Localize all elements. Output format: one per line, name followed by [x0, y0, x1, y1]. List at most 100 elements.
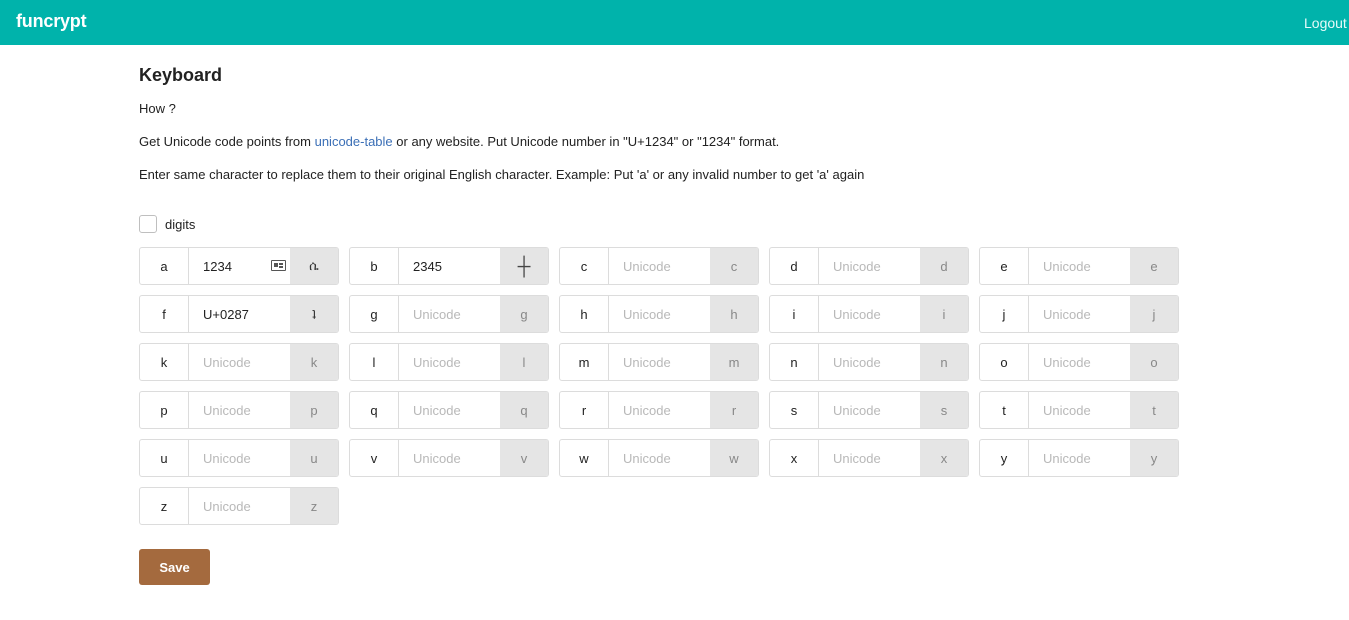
unicode-input-f[interactable]: [189, 296, 290, 332]
key-letter: a: [140, 248, 189, 284]
main-content: Keyboard How ? Get Unicode code points f…: [139, 64, 1189, 525]
unicode-input-wrapper: [189, 248, 290, 284]
key-t: tt: [979, 391, 1179, 429]
key-letter: e: [980, 248, 1029, 284]
unicode-input-s[interactable]: [819, 392, 920, 428]
key-letter: z: [140, 488, 189, 524]
key-j: jj: [979, 295, 1179, 333]
unicode-input-wrapper: [609, 344, 710, 380]
key-z: zz: [139, 487, 339, 525]
unicode-input-wrapper: [399, 344, 500, 380]
instructions-suffix: or any website. Put Unicode number in "U…: [392, 134, 780, 149]
key-preview-e: e: [1130, 248, 1178, 284]
key-letter: o: [980, 344, 1029, 380]
unicode-input-r[interactable]: [609, 392, 710, 428]
unicode-input-i[interactable]: [819, 296, 920, 332]
key-letter: v: [350, 440, 399, 476]
unicode-input-e[interactable]: [1029, 248, 1130, 284]
key-letter: x: [770, 440, 819, 476]
unicode-input-x[interactable]: [819, 440, 920, 476]
digits-checkbox[interactable]: [139, 215, 157, 233]
unicode-input-h[interactable]: [609, 296, 710, 332]
key-letter: q: [350, 392, 399, 428]
unicode-input-y[interactable]: [1029, 440, 1130, 476]
key-preview-d: d: [920, 248, 968, 284]
key-preview-b: ┼: [500, 248, 548, 284]
unicode-input-wrapper: [1029, 344, 1130, 380]
key-preview-q: q: [500, 392, 548, 428]
unicode-input-wrapper: [189, 488, 290, 524]
key-r: rr: [559, 391, 759, 429]
key-letter: m: [560, 344, 609, 380]
unicode-input-u[interactable]: [189, 440, 290, 476]
key-preview-a: ሴ: [290, 248, 338, 284]
key-preview-g: g: [500, 296, 548, 332]
key-letter: i: [770, 296, 819, 332]
unicode-table-link[interactable]: unicode-table: [315, 134, 393, 149]
key-letter: s: [770, 392, 819, 428]
key-preview-k: k: [290, 344, 338, 380]
unicode-input-wrapper: [1029, 440, 1130, 476]
unicode-input-c[interactable]: [609, 248, 710, 284]
navbar: funcrypt Logout: [0, 0, 1349, 45]
unicode-input-v[interactable]: [399, 440, 500, 476]
key-letter: u: [140, 440, 189, 476]
unicode-input-b[interactable]: [399, 248, 500, 284]
contact-card-icon[interactable]: [271, 260, 286, 271]
key-preview-z: z: [290, 488, 338, 524]
logout-link[interactable]: Logout: [1304, 15, 1349, 31]
key-preview-l: l: [500, 344, 548, 380]
unicode-input-wrapper: [819, 296, 920, 332]
key-preview-n: n: [920, 344, 968, 380]
key-letter: w: [560, 440, 609, 476]
unicode-input-d[interactable]: [819, 248, 920, 284]
unicode-input-n[interactable]: [819, 344, 920, 380]
key-letter: n: [770, 344, 819, 380]
unicode-input-wrapper: [609, 440, 710, 476]
key-letter: k: [140, 344, 189, 380]
unicode-input-w[interactable]: [609, 440, 710, 476]
unicode-input-g[interactable]: [399, 296, 500, 332]
save-button[interactable]: Save: [139, 549, 210, 585]
unicode-input-t[interactable]: [1029, 392, 1130, 428]
key-preview-y: y: [1130, 440, 1178, 476]
unicode-input-wrapper: [819, 392, 920, 428]
key-preview-v: v: [500, 440, 548, 476]
unicode-input-wrapper: [1029, 296, 1130, 332]
unicode-input-z[interactable]: [189, 488, 290, 524]
key-preview-r: r: [710, 392, 758, 428]
unicode-input-wrapper: [399, 440, 500, 476]
unicode-input-q[interactable]: [399, 392, 500, 428]
unicode-input-m[interactable]: [609, 344, 710, 380]
key-x: xx: [769, 439, 969, 477]
unicode-input-wrapper: [609, 296, 710, 332]
unicode-input-wrapper: [819, 248, 920, 284]
key-letter: l: [350, 344, 399, 380]
key-preview-u: u: [290, 440, 338, 476]
unicode-input-j[interactable]: [1029, 296, 1130, 332]
key-w: ww: [559, 439, 759, 477]
unicode-input-o[interactable]: [1029, 344, 1130, 380]
digits-label: digits: [165, 216, 196, 232]
key-i: ii: [769, 295, 969, 333]
unicode-input-k[interactable]: [189, 344, 290, 380]
key-letter: f: [140, 296, 189, 332]
unicode-input-l[interactable]: [399, 344, 500, 380]
key-v: vv: [349, 439, 549, 477]
key-letter: y: [980, 440, 1029, 476]
unicode-input-wrapper: [819, 344, 920, 380]
unicode-input-wrapper: [399, 392, 500, 428]
key-e: ee: [979, 247, 1179, 285]
key-letter: b: [350, 248, 399, 284]
brand-logo[interactable]: funcrypt: [16, 11, 87, 32]
unicode-input-p[interactable]: [189, 392, 290, 428]
unicode-input-wrapper: [189, 392, 290, 428]
unicode-input-wrapper: [399, 296, 500, 332]
key-preview-j: j: [1130, 296, 1178, 332]
key-n: nn: [769, 343, 969, 381]
key-preview-o: o: [1130, 344, 1178, 380]
key-s: ss: [769, 391, 969, 429]
key-preview-c: c: [710, 248, 758, 284]
key-letter: p: [140, 392, 189, 428]
key-u: uu: [139, 439, 339, 477]
